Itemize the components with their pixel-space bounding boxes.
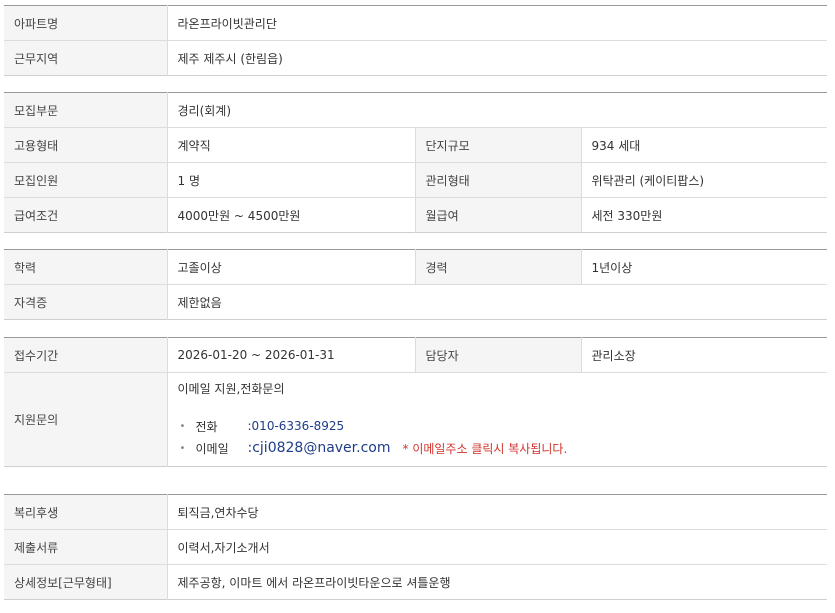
table-row: 고용형태 계약직 단지규모 934 세대 (4, 127, 827, 163)
contact-list: • 전화 :010-6336-8925 • 이메일 :cji0828@naver… (178, 415, 828, 459)
qualification-table: 학력 고졸이상 경력 1년이상 자격증 제한없음 (4, 249, 827, 320)
mgmt-type-label: 관리형태 (415, 162, 582, 198)
mgmt-type-value: 위탁관리 (케이티팝스) (581, 162, 827, 198)
cert-label: 자격증 (4, 284, 168, 320)
monthly-value: 세전 330만원 (581, 197, 827, 233)
detail-value: 제주공항, 이마트 에서 라온프라이빗타운으로 셔틀운행 (167, 564, 828, 600)
inquiry-value: 이메일 지원,전화문의 (177, 382, 285, 396)
table-row: 제출서류 이력서,자기소개서 (4, 529, 828, 565)
table-row: 모집부문 경리(회계) (4, 92, 827, 128)
email-copy-note: * 이메일주소 클릭시 복사됩니다. (402, 441, 568, 456)
manager-label: 담당자 (415, 337, 582, 373)
salary-label: 급여조건 (4, 197, 168, 233)
table-row: 복리후생 퇴직금,연차수당 (4, 494, 828, 530)
inquiry-label: 지원문의 (4, 372, 168, 467)
salary-value: 4000만원 ~ 4500만원 (167, 197, 416, 233)
welfare-value: 퇴직금,연차수당 (167, 494, 828, 530)
email-row: • 이메일 :cji0828@naver.com * 이메일주소 클릭시 복사됩… (178, 437, 828, 459)
headcount-label: 모집인원 (4, 162, 168, 198)
edu-value: 고졸이상 (167, 249, 416, 285)
table-row: 지원문의 이메일 지원,전화문의 • 전화 :010-6336-8925 • 이… (4, 372, 828, 467)
table-row: 모집인원 1 명 관리형태 위탁관리 (케이티팝스) (4, 162, 827, 198)
apt-name-value: 라온프라이빗관리단 (167, 5, 827, 41)
period-label: 접수기간 (4, 337, 168, 373)
bullet-icon: • (179, 442, 186, 454)
cert-value: 제한없음 (167, 284, 827, 320)
email-link[interactable]: :cji0828@naver.com (248, 440, 391, 456)
docs-label: 제출서류 (4, 529, 168, 565)
region-value: 제주 제주시 (한림읍) (167, 40, 827, 76)
job-detail-panel: 아파트명 라온프라이빗관리단 근무지역 제주 제주시 (한림읍) 모집부문 경리… (0, 0, 835, 613)
headcount-value: 1 명 (167, 162, 416, 198)
edu-label: 학력 (4, 249, 168, 285)
apartment-info-table: 아파트명 라온프라이빗관리단 근무지역 제주 제주시 (한림읍) (4, 5, 827, 76)
monthly-label: 월급여 (415, 197, 582, 233)
emp-type-label: 고용형태 (4, 127, 168, 163)
region-label: 근무지역 (4, 40, 168, 76)
table-row: 아파트명 라온프라이빗관리단 (4, 5, 827, 41)
inquiry-cell: 이메일 지원,전화문의 • 전화 :010-6336-8925 • 이메일 :c… (167, 372, 828, 467)
exp-label: 경력 (415, 249, 582, 285)
recruitment-info-table: 모집부문 경리(회계) 고용형태 계약직 단지규모 934 세대 모집인원 1 … (4, 92, 827, 233)
table-row: 자격증 제한없음 (4, 284, 827, 320)
phone-value: :010-6336-8925 (247, 419, 345, 433)
bullet-icon: • (179, 420, 186, 432)
field-value: 경리(회계) (167, 92, 827, 128)
detail-label: 상세정보[근무형태] (4, 564, 168, 600)
table-row: 근무지역 제주 제주시 (한림읍) (4, 40, 827, 76)
docs-value: 이력서,자기소개서 (167, 529, 828, 565)
field-label: 모집부문 (4, 92, 168, 128)
table-row: 급여조건 4000만원 ~ 4500만원 월급여 세전 330만원 (4, 197, 827, 233)
exp-value: 1년이상 (581, 249, 827, 285)
benefits-table: 복리후생 퇴직금,연차수당 제출서류 이력서,자기소개서 상세정보[근무형태] … (4, 494, 828, 600)
table-row: 접수기간 2026-01-20 ~ 2026-01-31 담당자 관리소장 (4, 337, 827, 373)
apt-name-label: 아파트명 (4, 5, 168, 41)
table-row: 학력 고졸이상 경력 1년이상 (4, 249, 827, 285)
period-value: 2026-01-20 ~ 2026-01-31 (167, 337, 416, 373)
table-row: 상세정보[근무형태] 제주공항, 이마트 에서 라온프라이빗타운으로 셔틀운행 (4, 564, 828, 600)
phone-row: • 전화 :010-6336-8925 (178, 415, 828, 437)
phone-label: 전화 (195, 419, 218, 434)
application-table: 접수기간 2026-01-20 ~ 2026-01-31 담당자 관리소장 지원… (4, 337, 827, 467)
complex-size-value: 934 세대 (581, 127, 827, 163)
manager-value: 관리소장 (581, 337, 827, 373)
emp-type-value: 계약직 (167, 127, 416, 163)
welfare-label: 복리후생 (4, 494, 168, 530)
complex-size-label: 단지규모 (415, 127, 582, 163)
email-label: 이메일 (195, 441, 229, 456)
